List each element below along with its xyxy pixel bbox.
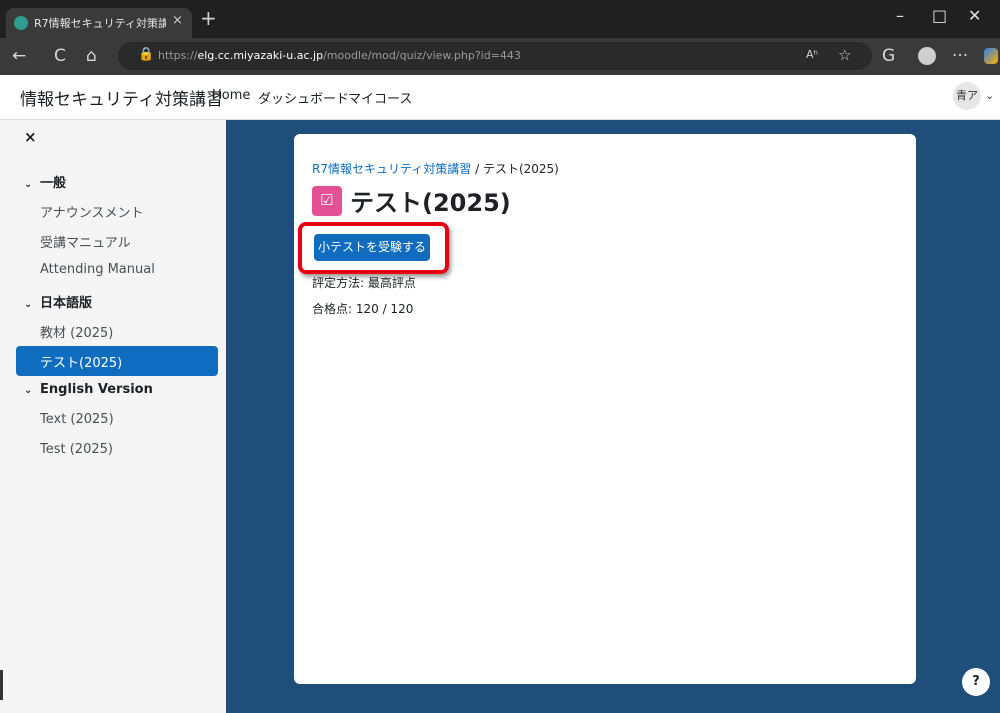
minimize-icon[interactable]: – — [896, 6, 904, 25]
reload-icon[interactable]: C — [54, 46, 66, 66]
more-icon[interactable]: ··· — [952, 46, 968, 66]
help-icon[interactable]: ? — [962, 668, 990, 696]
section-english[interactable]: ⌄ English Version — [24, 382, 153, 397]
course-item-manual-en[interactable]: Attending Manual — [40, 262, 155, 277]
back-icon[interactable]: ← — [12, 46, 26, 66]
tab-title: R7情報セキュリティ対策講習: テスト( — [34, 17, 166, 30]
chevron-down-icon: ⌄ — [24, 179, 33, 190]
highlight-box — [298, 222, 449, 274]
pass-grade: 合格点: 120 / 120 — [312, 302, 414, 316]
site-favicon-icon — [14, 16, 28, 30]
course-item-announcements[interactable]: アナウンスメント — [40, 202, 143, 221]
course-item-manual-ja[interactable]: 受講マニュアル — [40, 232, 131, 251]
browser-toolbar: ← C ⌂ 🔒 https://elg.cc.miyazaki-u.ac.jp/… — [0, 38, 1000, 75]
course-item-text-en[interactable]: Text (2025) — [40, 412, 114, 427]
section-japanese[interactable]: ⌄ 日本語版 — [24, 292, 92, 311]
grading-method: 評定方法: 最高評点 — [312, 276, 416, 290]
nav-my-courses[interactable]: マイコース — [348, 88, 412, 107]
user-avatar[interactable]: 青ア — [953, 82, 981, 110]
quiz-icon: ☑ — [312, 186, 342, 216]
course-item-test-en[interactable]: Test (2025) — [40, 442, 113, 457]
favorite-star-icon[interactable]: ☆ — [838, 46, 851, 64]
content-card: R7情報セキュリティ対策講習 / テスト(2025) ☑ テスト(2025) 評… — [294, 134, 916, 684]
breadcrumb-current: テスト(2025) — [482, 162, 559, 176]
browser-tab-bar: R7情報セキュリティ対策講習: テスト( × + – □ ✕ — [0, 0, 1000, 38]
close-window-icon[interactable]: ✕ — [968, 6, 981, 25]
url-host: elg.cc.miyazaki-u.ac.jp — [197, 49, 324, 62]
breadcrumb-course-link[interactable]: R7情報セキュリティ対策講習 — [312, 162, 471, 176]
tab-close-icon[interactable]: × — [172, 13, 183, 28]
address-bar[interactable]: 🔒 https://elg.cc.miyazaki-u.ac.jp/moodle… — [118, 42, 872, 70]
nav-home[interactable]: Home — [212, 88, 250, 103]
extension-icon[interactable]: G — [882, 46, 895, 66]
course-index-drawer: × ⌄ 一般 アナウンスメント 受講マニュアル Attending Manual … — [0, 120, 227, 713]
url-text: https://elg.cc.miyazaki-u.ac.jp/moodle/m… — [158, 49, 521, 62]
section-general[interactable]: ⌄ 一般 — [24, 172, 66, 191]
site-name[interactable]: 情報セキュリティ対策講習 — [20, 85, 223, 110]
close-icon[interactable]: × — [24, 128, 37, 146]
course-item-test-ja-active[interactable]: テスト(2025) — [16, 346, 218, 376]
browser-tab[interactable]: R7情報セキュリティ対策講習: テスト( × — [6, 8, 192, 38]
chevron-down-icon: ⌄ — [24, 385, 33, 396]
copilot-icon[interactable] — [984, 48, 998, 64]
page-title: テスト(2025) — [350, 189, 511, 217]
chevron-down-icon: ⌄ — [24, 299, 33, 310]
window-edge — [0, 670, 3, 700]
chevron-down-icon[interactable]: ⌄ — [985, 89, 994, 102]
new-tab-icon[interactable]: + — [200, 6, 217, 30]
read-aloud-icon[interactable]: Aʰ — [806, 48, 818, 61]
course-item-text-ja[interactable]: 教材 (2025) — [40, 322, 113, 341]
main-region: R7情報セキュリティ対策講習 / テスト(2025) ☑ テスト(2025) 評… — [226, 120, 1000, 713]
lock-icon: 🔒 — [138, 47, 155, 62]
site-navbar: 情報セキュリティ対策講習 Home ダッシュボード マイコース 青ア ⌄ — [0, 75, 1000, 120]
home-icon[interactable]: ⌂ — [86, 46, 97, 66]
maximize-icon[interactable]: □ — [932, 6, 947, 25]
nav-dashboard[interactable]: ダッシュボード — [258, 88, 349, 107]
breadcrumb: R7情報セキュリティ対策講習 / テスト(2025) — [312, 162, 559, 176]
profile-icon[interactable] — [918, 47, 936, 65]
